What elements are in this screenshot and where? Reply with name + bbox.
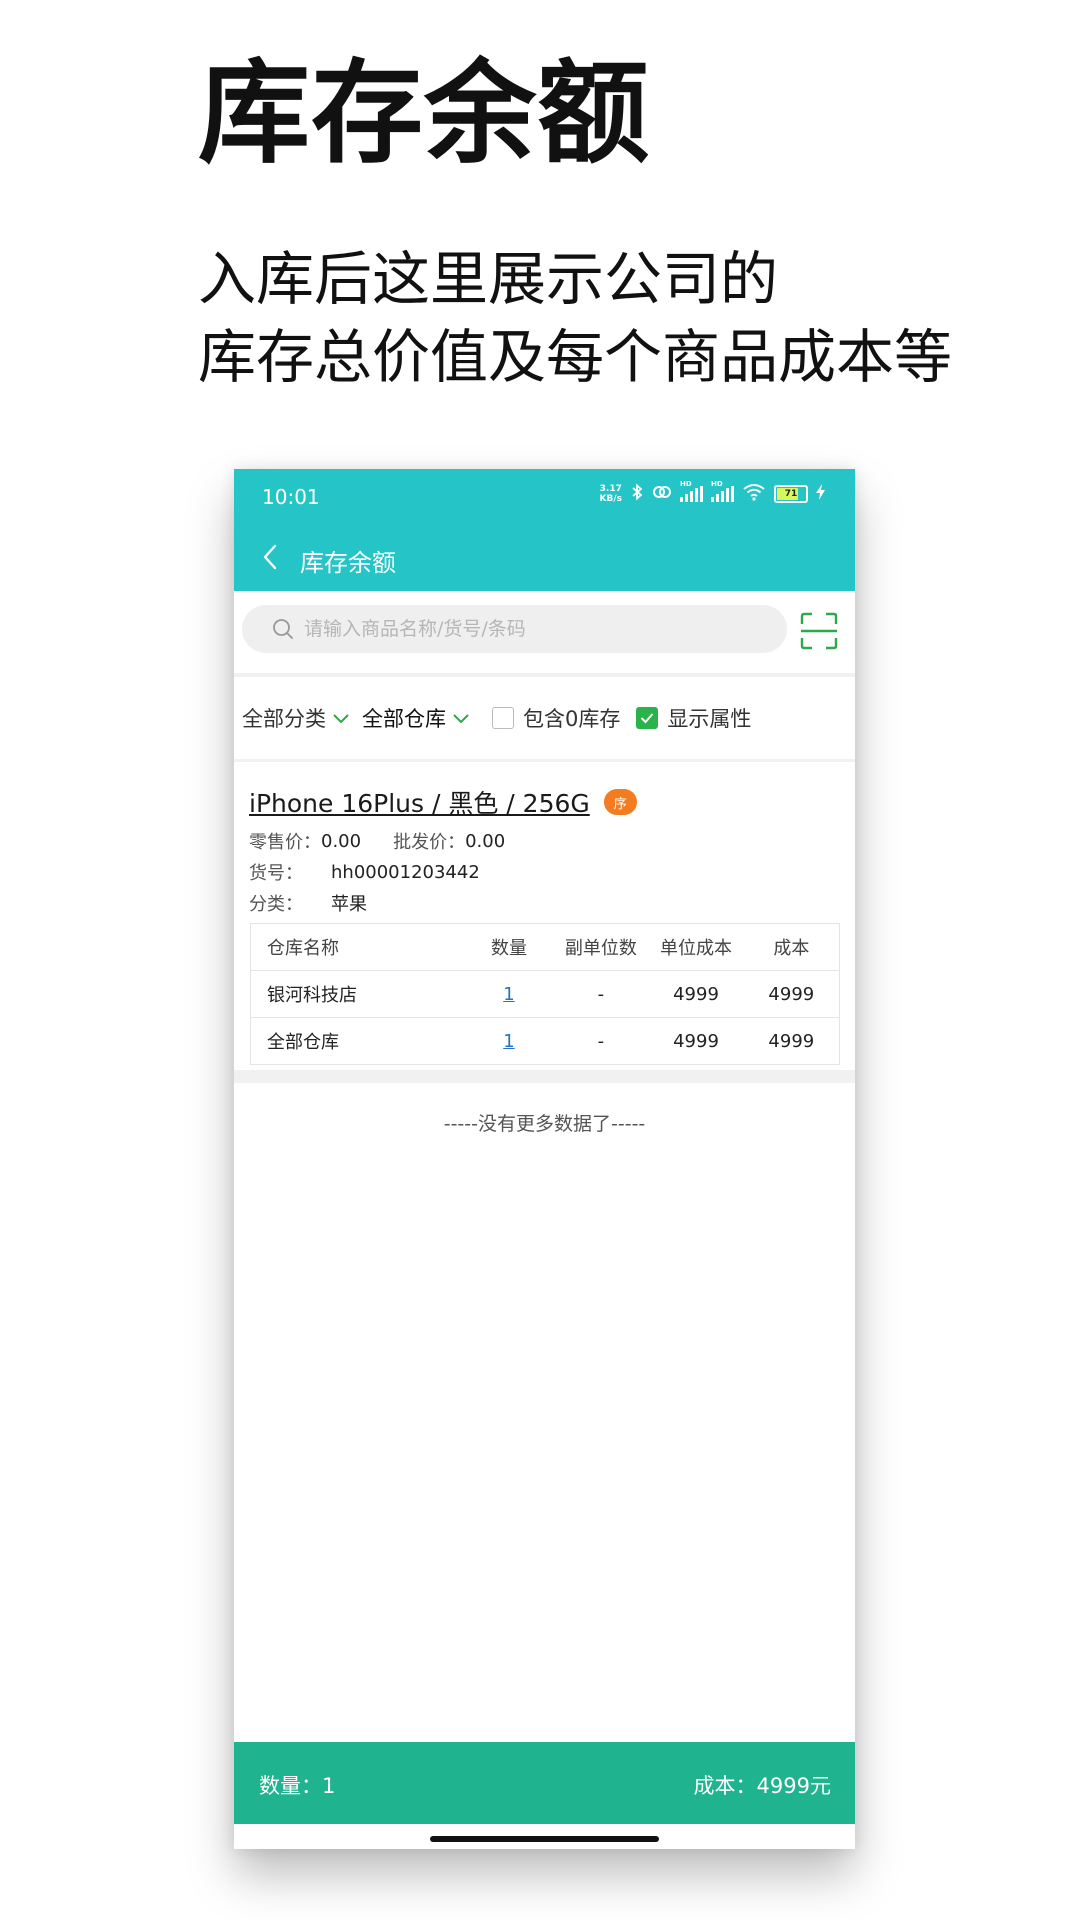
filter-bar: 全部分类 全部仓库 包含0库存 显示属性 bbox=[234, 677, 855, 759]
battery-level: 71 bbox=[784, 489, 798, 499]
divider bbox=[234, 1070, 855, 1083]
cost-cell: 4999 bbox=[743, 970, 840, 1018]
qty-link[interactable]: 1 bbox=[503, 1031, 514, 1052]
sim2-label: HD bbox=[711, 480, 723, 488]
battery-icon: 71 bbox=[774, 485, 808, 503]
category-filter-label: 全部分类 bbox=[242, 707, 326, 731]
category-filter[interactable]: 全部分类 bbox=[242, 703, 350, 733]
status-time: 10:01 bbox=[262, 485, 320, 509]
checkbox-checked-icon bbox=[636, 707, 659, 729]
wifi-icon bbox=[742, 483, 766, 505]
cost-cell: 4999 bbox=[743, 1017, 840, 1065]
search-bar bbox=[234, 591, 855, 673]
qty-cell: 1 bbox=[464, 1017, 554, 1065]
retail-price-label: 零售价： bbox=[249, 832, 321, 853]
sim1-label: HD bbox=[680, 480, 692, 488]
chevron-left-icon bbox=[263, 544, 277, 570]
search-box[interactable] bbox=[242, 605, 787, 653]
column-header-qty: 数量 bbox=[464, 923, 554, 971]
scan-icon bbox=[800, 612, 838, 650]
wholesale-price-value: 0.00 bbox=[465, 830, 506, 852]
serial-badge: 序 bbox=[603, 789, 637, 815]
category-value: 苹果 bbox=[331, 894, 367, 915]
show-attributes-label: 显示属性 bbox=[667, 707, 752, 731]
include-zero-stock-checkbox[interactable]: 包含0库存 bbox=[492, 703, 620, 733]
column-header-warehouse: 仓库名称 bbox=[250, 923, 465, 971]
summary-footer: 数量：1 成本：4999元 bbox=[234, 1742, 855, 1824]
search-input[interactable] bbox=[302, 617, 766, 641]
qty-link[interactable]: 1 bbox=[503, 984, 514, 1005]
list-end-text: -----没有更多数据了----- bbox=[443, 1113, 646, 1135]
promo-subtitle: 入库后这里展示公司的 库存总价值及每个商品成本等 bbox=[198, 240, 952, 396]
unit-cost-cell: 4999 bbox=[648, 970, 744, 1018]
column-header-cost: 成本 bbox=[743, 923, 840, 971]
product-title-row: iPhone 16Plus / 黑色 / 256G 序 bbox=[249, 784, 637, 820]
network-speed-unit: KB/s bbox=[599, 494, 622, 504]
network-speed: 3.17 KB/s bbox=[600, 484, 622, 504]
back-button[interactable] bbox=[252, 539, 288, 575]
table-row: 银河科技店 1 - 4999 4999 bbox=[250, 970, 840, 1018]
retail-price-value: 0.00 bbox=[321, 830, 362, 852]
column-header-unit-cost: 单位成本 bbox=[648, 923, 744, 971]
link-icon bbox=[652, 484, 672, 504]
category-label: 分类： bbox=[249, 894, 303, 915]
chevron-down-icon bbox=[452, 712, 470, 724]
wholesale-price-label: 批发价： bbox=[393, 832, 466, 853]
signal-sim2-icon: HD bbox=[711, 480, 734, 502]
warehouse-stock-table: 仓库名称 数量 副单位数 单位成本 成本 银河科技店 1 - 4999 4999… bbox=[250, 923, 840, 1065]
network-speed-value: 3.17 bbox=[599, 484, 622, 494]
qty-cell: 1 bbox=[464, 970, 554, 1018]
product-card: iPhone 16Plus / 黑色 / 256G 序 零售价： 0.00 批发… bbox=[234, 762, 855, 1065]
phone-screen: 10:01 3.17 KB/s HD HD 71 库存余额 请输入商品名称/货号… bbox=[234, 469, 855, 1849]
promo-title: 库存余额 bbox=[198, 49, 650, 179]
warehouse-name-cell: 全部仓库 bbox=[250, 1017, 465, 1065]
status-bar: 10:01 3.17 KB/s HD HD 71 bbox=[234, 469, 855, 525]
search-icon bbox=[272, 618, 294, 640]
include-zero-stock-label: 包含0库存 bbox=[523, 707, 621, 731]
category-line: 分类： 苹果 bbox=[249, 890, 367, 916]
checkbox-unchecked-icon bbox=[492, 707, 514, 729]
page-title: 库存余额 bbox=[300, 549, 396, 577]
promo-subtitle-line2: 库存总价值及每个商品成本等 bbox=[198, 323, 953, 391]
scan-button[interactable] bbox=[800, 612, 838, 650]
promo-subtitle-line1: 入库后这里展示公司的 bbox=[198, 245, 779, 313]
warehouse-name-cell: 银河科技店 bbox=[250, 970, 465, 1018]
unit-cost-cell: 4999 bbox=[648, 1017, 744, 1065]
show-attributes-checkbox[interactable]: 显示属性 bbox=[636, 703, 751, 733]
total-quantity: 数量：1 bbox=[259, 1774, 336, 1798]
table-row: 全部仓库 1 - 4999 4999 bbox=[250, 1017, 840, 1065]
charging-icon bbox=[816, 484, 825, 504]
sku-line: 货号： hh00001203442 bbox=[249, 859, 480, 885]
home-indicator[interactable] bbox=[430, 1836, 659, 1842]
warehouse-filter-label: 全部仓库 bbox=[362, 707, 446, 731]
signal-sim1-icon: HD bbox=[680, 480, 703, 502]
column-header-sub-units: 副单位数 bbox=[553, 923, 649, 971]
table-header-row: 仓库名称 数量 副单位数 单位成本 成本 bbox=[250, 923, 840, 971]
product-name[interactable]: iPhone 16Plus / 黑色 / 256G bbox=[249, 784, 590, 820]
chevron-down-icon bbox=[332, 712, 350, 724]
sub-units-cell: - bbox=[553, 1017, 649, 1065]
price-line: 零售价： 0.00 批发价： 0.00 bbox=[249, 828, 505, 854]
nav-bar: 库存余额 bbox=[234, 525, 855, 591]
sub-units-cell: - bbox=[553, 970, 649, 1018]
status-icons: 3.17 KB/s HD HD 71 bbox=[600, 480, 825, 505]
sku-value: hh00001203442 bbox=[331, 861, 480, 883]
bluetooth-icon bbox=[630, 483, 644, 505]
warehouse-filter[interactable]: 全部仓库 bbox=[362, 703, 470, 733]
total-cost: 成本：4999元 bbox=[693, 1774, 831, 1798]
sku-label: 货号： bbox=[249, 863, 303, 884]
